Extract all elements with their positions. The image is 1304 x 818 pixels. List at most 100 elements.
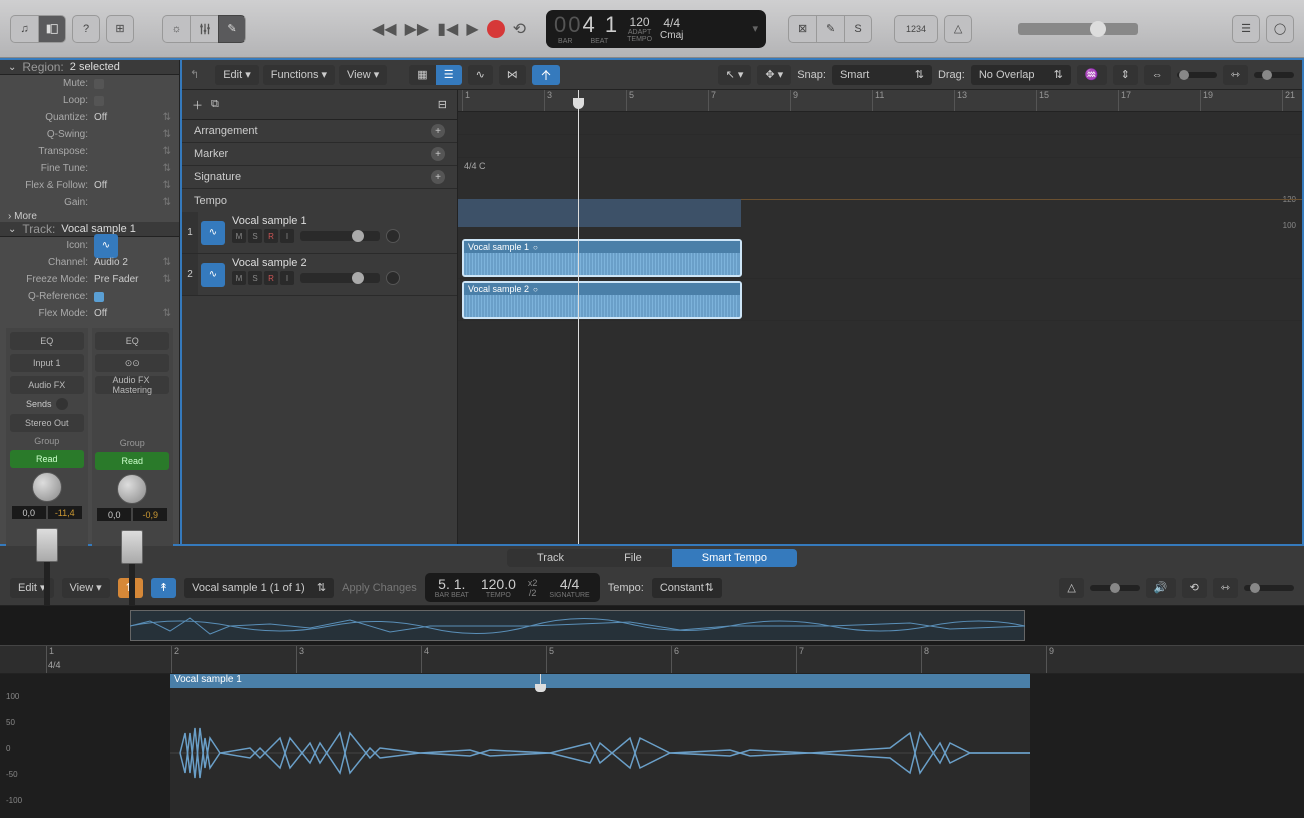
checkbox[interactable] <box>94 79 104 89</box>
waveform-display[interactable] <box>170 688 1030 818</box>
track-icon[interactable]: ∿ <box>201 221 225 245</box>
pointer-tool[interactable]: ↖ ▾ <box>718 65 752 85</box>
solo-button[interactable]: S <box>844 15 872 43</box>
grid-view-button[interactable]: ▦ <box>409 65 435 85</box>
snap-select[interactable]: Smart⇅ <box>832 65 932 85</box>
global-arrangement[interactable]: Arrangement+ <box>182 120 457 143</box>
replace-button[interactable]: ⊠ <box>788 15 816 43</box>
eq-slot[interactable]: EQ <box>95 332 169 350</box>
editor-button[interactable]: ✎ <box>218 15 246 43</box>
track-header-0[interactable]: 1∿Vocal sample 1MSRI <box>182 212 457 254</box>
add-icon[interactable]: + <box>431 147 445 161</box>
track-icon[interactable]: ∿ <box>201 263 225 287</box>
forward-button[interactable]: ▶▶ <box>405 19 430 39</box>
view-menu[interactable]: View ▾ <box>339 65 387 85</box>
input-slot[interactable]: ⊙⊙ <box>95 354 169 372</box>
link-zoom-button[interactable]: ⇿ <box>1223 65 1248 85</box>
back-icon[interactable]: ↰ <box>190 68 199 81</box>
functions-menu[interactable]: Functions ▾ <box>263 65 335 85</box>
waveform-zoom-button[interactable]: ♒ <box>1077 65 1107 85</box>
notes-button[interactable]: ◯ <box>1266 15 1294 43</box>
help-button[interactable]: ? <box>72 15 100 43</box>
checkbox[interactable] <box>94 96 104 106</box>
automation-read[interactable]: Read <box>10 450 84 468</box>
global-signature[interactable]: Signature+ <box>182 166 457 189</box>
global-tempo[interactable]: Tempo <box>182 189 457 212</box>
add-icon[interactable]: + <box>431 124 445 138</box>
tab-track[interactable]: Track <box>507 549 594 567</box>
region-row-6[interactable]: Flex & Follow:Off⇅ <box>0 177 179 194</box>
preview-vol-slider[interactable] <box>1090 585 1140 591</box>
lcd-display[interactable]: 004 1 BARBEAT 120 ADAPT TEMPO 4/4 Cmaj ▾ <box>546 10 766 48</box>
loop-icon[interactable]: ⟲ <box>1182 578 1207 598</box>
pan-knob[interactable] <box>32 472 62 502</box>
stop-button[interactable]: ▮◀ <box>437 19 458 39</box>
waveform-editor[interactable]: Vocal sample 1 100500-50-100 <box>0 674 1304 818</box>
edit-menu[interactable]: Edit ▾ <box>215 65 259 85</box>
tab-smart-tempo[interactable]: Smart Tempo <box>672 549 797 567</box>
timeline-ruler[interactable]: 13579111315171921 <box>458 90 1302 112</box>
file-select[interactable]: Vocal sample 1 (1 of 1)⇅ <box>184 578 334 598</box>
audio-region[interactable]: Vocal sample 1 ○ <box>462 239 742 277</box>
arrangement-lane[interactable] <box>458 112 1302 135</box>
toolbar-button[interactable]: ⊞ <box>106 15 134 43</box>
drag-select[interactable]: No Overlap⇅ <box>971 65 1071 85</box>
track-volume[interactable] <box>300 231 380 241</box>
track-row-1[interactable]: Freeze Mode:Pre Fader⇅ <box>0 271 179 288</box>
vzoom-button[interactable]: ⇕ <box>1113 65 1138 85</box>
automation-read[interactable]: Read <box>95 452 169 470</box>
tab-file[interactable]: File <box>594 549 672 567</box>
alt-tool[interactable]: ✥ ▾ <box>757 65 791 85</box>
bottom-lcd[interactable]: 5. 1.BAR BEAT 120.0TEMPO x2/2 4/4SIGNATU… <box>425 573 600 602</box>
speaker-icon[interactable]: 🔊 <box>1146 578 1176 598</box>
wave-region-header[interactable]: Vocal sample 1 <box>170 674 1030 688</box>
track-inspector-header[interactable]: ⌄ Track: Vocal sample 1 <box>0 222 179 237</box>
region-row-0[interactable]: Mute: <box>0 75 179 92</box>
display-mode-button[interactable]: ☼ <box>162 15 190 43</box>
vzoom-slider[interactable] <box>1177 72 1217 78</box>
eq-slot[interactable]: EQ <box>10 332 84 350</box>
library-button[interactable]: ♫ <box>10 15 38 43</box>
track-row-0[interactable]: Channel:Audio 2⇅ <box>0 254 179 271</box>
rewind-button[interactable]: ◀◀ <box>372 19 397 39</box>
output-slot[interactable]: Stereo Out <box>10 414 84 432</box>
region-row-7[interactable]: Gain:⇅ <box>0 194 179 211</box>
track-volume[interactable] <box>300 273 380 283</box>
track-lane-1[interactable]: Vocal sample 2 ○ <box>458 279 1302 321</box>
duplicate-track-button[interactable]: ⧉ <box>211 98 219 111</box>
track-row-3[interactable]: Flex Mode:Off⇅ <box>0 305 179 322</box>
add-icon[interactable]: + <box>431 170 445 184</box>
play-button[interactable]: ▶ <box>466 19 478 39</box>
mute-button[interactable]: M <box>232 229 246 243</box>
flex-button[interactable]: ⋈ <box>499 65 526 85</box>
bot-playhead-handle[interactable] <box>535 684 546 692</box>
fx-slot[interactable]: Audio FX <box>10 376 84 394</box>
more-row[interactable]: › More <box>0 211 179 222</box>
region-row-3[interactable]: Q-Swing:⇅ <box>0 126 179 143</box>
bottom-ruler[interactable]: 4/4 123456789 <box>0 646 1304 674</box>
bot-zoom-slider[interactable] <box>1244 585 1294 591</box>
audio-region[interactable]: Vocal sample 2 ○ <box>462 281 742 319</box>
inspector-button[interactable] <box>38 15 66 43</box>
rec-button[interactable]: R <box>264 271 278 285</box>
add-track-button[interactable]: ＋ <box>192 97 203 113</box>
hzoom-button[interactable]: ⇔ <box>1144 65 1171 85</box>
hzoom-slider[interactable] <box>1254 72 1294 78</box>
track-row-2[interactable]: Q-Reference: <box>0 288 179 305</box>
bot-div[interactable]: /2 <box>528 588 538 598</box>
pan-knob[interactable] <box>117 474 147 504</box>
overview[interactable] <box>0 606 1304 646</box>
mixer-controls-button[interactable] <box>190 15 218 43</box>
master-volume-slider[interactable] <box>1018 23 1138 35</box>
track-header-1[interactable]: 2∿Vocal sample 2MSRI <box>182 254 457 296</box>
list-editors-button[interactable]: ☰ <box>1232 15 1260 43</box>
checkbox[interactable] <box>94 292 104 302</box>
fx-slot[interactable]: Audio FXMastering <box>95 376 169 394</box>
mute-button[interactable]: M <box>232 271 246 285</box>
metronome-button[interactable]: △ <box>944 15 972 43</box>
global-marker[interactable]: Marker+ <box>182 143 457 166</box>
rec-button[interactable]: R <box>264 229 278 243</box>
link-icon[interactable]: ⇿ <box>1213 578 1238 598</box>
marker-lane[interactable] <box>458 135 1302 158</box>
count-in-button[interactable]: 1234 <box>894 15 938 43</box>
